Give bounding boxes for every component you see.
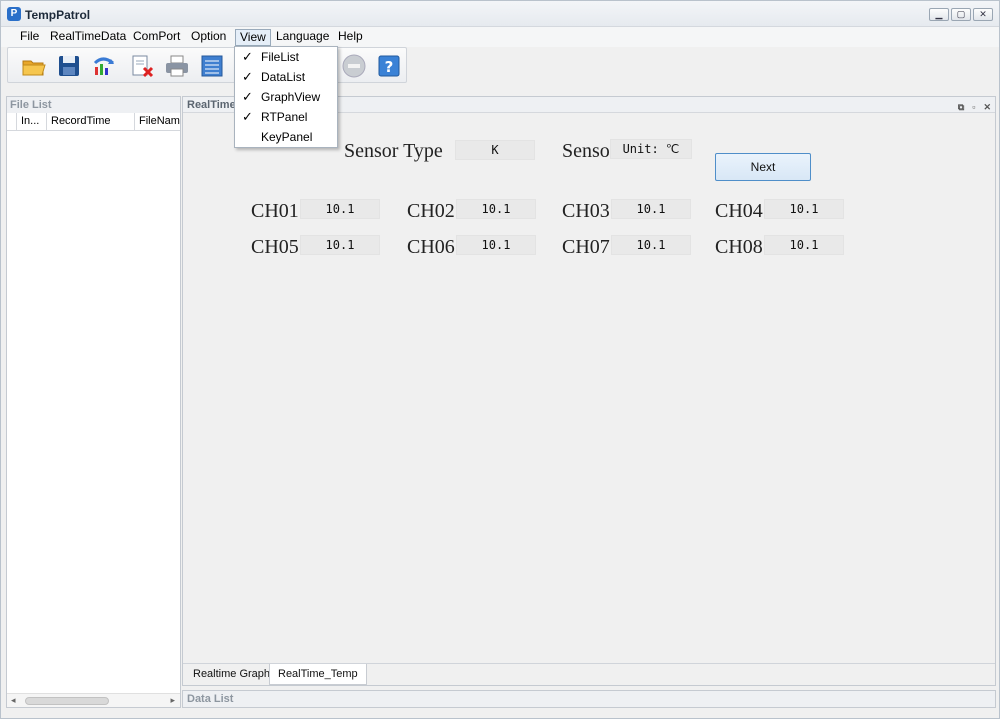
view-menu-item-graphview[interactable]: ✓ GraphView <box>235 87 337 107</box>
channel-label: CH06 <box>407 236 455 258</box>
menu-item-label: GraphView <box>261 90 321 104</box>
menu-item-label: RTPanel <box>261 110 308 124</box>
channel-label: CH03 <box>562 200 610 222</box>
sensor-unit-label: Senso <box>562 140 610 162</box>
list-view-icon[interactable] <box>198 52 226 80</box>
tab-realtime-graph[interactable]: Realtime Graph <box>185 664 278 685</box>
stop-icon[interactable] <box>340 52 368 80</box>
channel-label: CH08 <box>715 236 763 258</box>
channel-value: 10.1 <box>611 235 691 255</box>
menu-help[interactable]: Help <box>334 29 367 46</box>
close-button[interactable]: ✕ <box>973 8 993 21</box>
menu-comport[interactable]: ComPort <box>129 29 184 46</box>
checkmark-icon: ✓ <box>242 89 253 104</box>
menu-item-label: FileList <box>261 50 300 64</box>
menu-file[interactable]: File <box>16 29 43 46</box>
channel-label: CH05 <box>251 236 299 258</box>
channel-value: 10.1 <box>456 235 536 255</box>
menu-realtimedata[interactable]: RealTimeData <box>46 29 130 46</box>
scroll-left-icon[interactable]: ◂ <box>11 695 16 706</box>
app-logo-icon: P <box>7 7 21 21</box>
channel-label: CH07 <box>562 236 610 258</box>
save-icon[interactable] <box>55 52 83 80</box>
channel-value: 10.1 <box>764 235 844 255</box>
minimize-button[interactable]: ▁ <box>929 8 949 21</box>
channel-label: CH02 <box>407 200 455 222</box>
delete-file-icon[interactable] <box>128 52 156 80</box>
menu-view[interactable]: View <box>235 29 271 46</box>
view-dropdown-menu: ✓ FileList ✓ DataList ✓ GraphView ✓ RTPa… <box>234 46 338 148</box>
horizontal-scrollbar[interactable]: ◂ ▸ <box>7 693 180 707</box>
sensor-type-label: Sensor Type <box>344 140 443 162</box>
window-title: TempPatrol <box>25 8 91 22</box>
svg-text:?: ? <box>385 58 394 76</box>
view-menu-item-rtpanel[interactable]: ✓ RTPanel <box>235 107 337 127</box>
app-window: P TempPatrol ▁ ▢ ✕ File RealTimeData Com… <box>0 0 1000 719</box>
realtime-temp-content: Sensor Type K Senso Unit: ℃ Next CH01 10… <box>183 113 995 669</box>
maximize-button[interactable]: ▢ <box>951 8 971 21</box>
column-header-recordtime[interactable]: RecordTime <box>47 113 135 130</box>
view-menu-item-filelist[interactable]: ✓ FileList <box>235 47 337 67</box>
menu-item-label: DataList <box>261 70 306 84</box>
realtime-panel: RealTime ⧉ ▫ ✕ Sensor Type K Senso Unit:… <box>182 96 996 686</box>
view-menu-item-keypanel[interactable]: KeyPanel <box>235 127 337 147</box>
scroll-thumb[interactable] <box>25 697 109 705</box>
menu-item-label: KeyPanel <box>261 130 313 144</box>
sensor-type-value: K <box>455 140 535 160</box>
channel-label: CH01 <box>251 200 299 222</box>
row-selector-header <box>7 113 17 130</box>
unit-value: Unit: ℃ <box>610 139 692 159</box>
checkmark-icon: ✓ <box>242 69 253 84</box>
file-list-columns: In... RecordTime FileName <box>7 113 180 131</box>
open-folder-icon[interactable] <box>20 52 48 80</box>
title-bar: P TempPatrol ▁ ▢ ✕ <box>1 1 999 27</box>
realtime-panel-title: RealTime <box>187 99 236 111</box>
channel-value: 10.1 <box>456 199 536 219</box>
checkmark-icon: ✓ <box>242 109 253 124</box>
file-list-panel: File List In... RecordTime FileName ◂ ▸ <box>6 96 181 708</box>
data-list-panel-header[interactable]: Data List <box>182 690 996 708</box>
channel-label: CH04 <box>715 200 763 222</box>
channel-value: 10.1 <box>300 199 380 219</box>
channel-value: 10.1 <box>611 199 691 219</box>
realtime-tabs: Realtime Graph RealTime_Temp <box>183 663 995 685</box>
print-icon[interactable] <box>163 52 191 80</box>
channel-value: 10.1 <box>764 199 844 219</box>
help-icon[interactable]: ? <box>375 52 403 80</box>
menu-option[interactable]: Option <box>187 29 230 46</box>
next-button[interactable]: Next <box>715 153 811 181</box>
toolbar: ? <box>7 47 407 83</box>
menu-language[interactable]: Language <box>272 29 333 46</box>
menu-bar: File RealTimeData ComPort Option View La… <box>1 27 999 47</box>
column-header-index[interactable]: In... <box>17 113 47 130</box>
refresh-chart-icon[interactable] <box>90 52 118 80</box>
channel-value: 10.1 <box>300 235 380 255</box>
file-list-title: File List <box>7 97 180 113</box>
view-menu-item-datalist[interactable]: ✓ DataList <box>235 67 337 87</box>
tab-realtime-temp[interactable]: RealTime_Temp <box>269 664 367 685</box>
checkmark-icon: ✓ <box>242 49 253 64</box>
column-header-filename[interactable]: FileName <box>135 113 180 130</box>
scroll-right-icon[interactable]: ▸ <box>170 695 175 706</box>
